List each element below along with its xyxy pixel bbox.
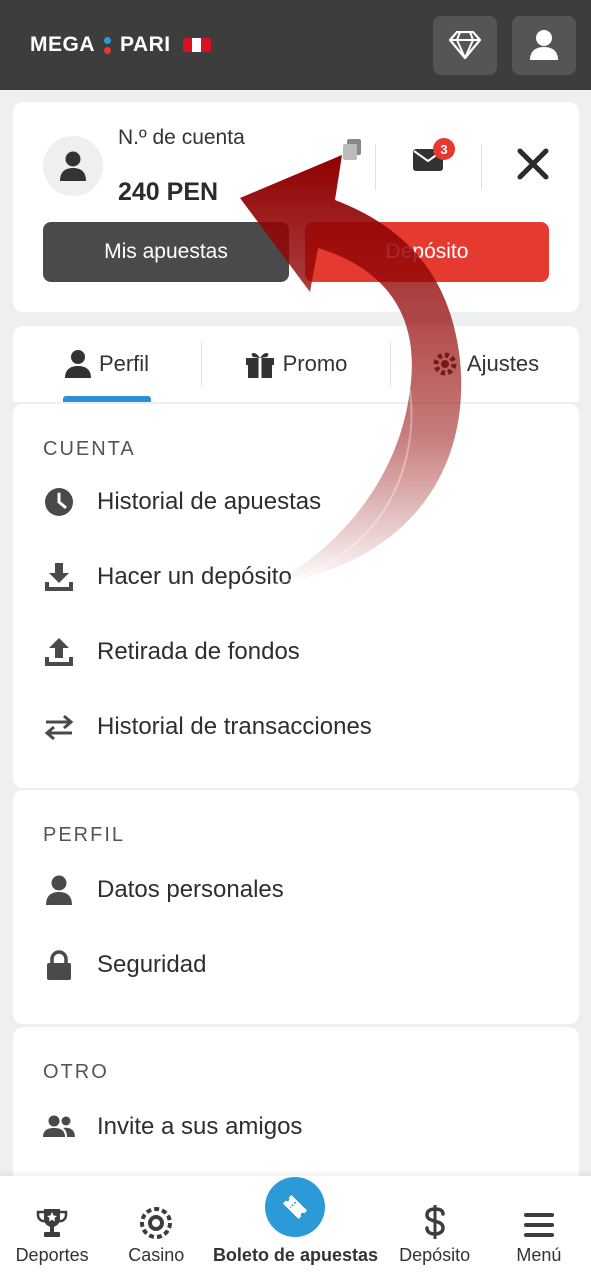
hamburger-icon <box>523 1213 554 1237</box>
section-title: OTRO <box>43 1061 109 1083</box>
betslip-button[interactable] <box>265 1177 326 1237</box>
nav-betslip[interactable]: Boleto de apuestas <box>210 1177 380 1266</box>
section-title: CUENTA <box>43 438 136 460</box>
menu-item-bet-history[interactable]: Historial de apuestas <box>43 486 321 518</box>
logo-dots <box>103 36 112 54</box>
person-icon <box>64 350 91 378</box>
divider <box>375 144 376 190</box>
logo-text-left: MEGA <box>30 33 95 56</box>
peru-flag-icon <box>182 38 211 52</box>
gift-icon <box>245 352 274 378</box>
menu-item-withdraw[interactable]: Retirada de fondos <box>43 636 300 668</box>
nav-casino[interactable]: Casino <box>106 1207 206 1266</box>
lock-icon <box>43 949 75 981</box>
tab-label: Perfil <box>98 351 150 376</box>
menu-item-personal-data[interactable]: Datos personales <box>43 874 284 906</box>
gear-icon <box>433 352 457 376</box>
menu-item-label: Historial de transacciones <box>97 713 372 740</box>
menu-item-transaction-history[interactable]: Historial de transacciones <box>43 711 372 743</box>
profile-tabs: Perfil Promo Ajustes <box>13 326 579 402</box>
my-bets-button[interactable]: Mis apuestas <box>43 222 289 282</box>
account-balance: 240 PEN <box>118 178 219 206</box>
user-icon <box>530 30 558 60</box>
close-button[interactable] <box>517 148 551 182</box>
menu-item-label: Datos personales <box>97 876 284 903</box>
account-card: N.º de cuenta 240 PEN 3 Mis apuestas Dep… <box>13 102 579 312</box>
trophy-icon <box>36 1209 68 1237</box>
megapari-logo[interactable]: MEGA PARI <box>30 33 211 57</box>
top-bar: MEGA PARI <box>0 0 591 90</box>
casino-chip-icon <box>140 1207 173 1239</box>
dollar-icon <box>424 1205 445 1239</box>
profile-button[interactable] <box>512 15 576 75</box>
deposit-button[interactable]: Depósito <box>305 222 549 282</box>
swap-arrows-icon <box>43 711 75 743</box>
menu-item-invite-friends[interactable]: Invite a sus amigos <box>43 1111 302 1143</box>
section-otro: OTRO Invite a sus amigos <box>13 1027 579 1187</box>
ticket-icon <box>283 1194 308 1220</box>
clock-icon <box>43 486 75 518</box>
nav-menu[interactable]: Menú <box>489 1211 589 1266</box>
menu-item-label: Historial de apuestas <box>97 488 322 515</box>
account-number-label: N.º de cuenta <box>118 126 245 149</box>
logo-text-right: PARI <box>120 33 171 56</box>
nav-label: Menú <box>516 1245 562 1265</box>
nav-label: Casino <box>128 1245 185 1265</box>
bottom-navigation: Deportes Casino Boleto de apuestas Depós… <box>0 1176 591 1280</box>
diamond-icon <box>449 31 481 59</box>
menu-item-label: Retirada de fondos <box>97 638 300 665</box>
divider <box>481 144 482 190</box>
person-icon <box>60 151 86 181</box>
nav-label: Depósito <box>399 1245 471 1265</box>
tab-label: Promo <box>282 351 348 376</box>
unread-badge: 3 <box>433 138 455 160</box>
menu-item-make-deposit[interactable]: Hacer un depósito <box>43 561 292 593</box>
nav-deportes[interactable]: Deportes <box>2 1207 102 1266</box>
section-title: PERFIL <box>43 824 126 846</box>
nav-label: Boleto de apuestas <box>212 1245 378 1265</box>
people-icon <box>43 1111 75 1143</box>
nav-deposito[interactable]: Depósito <box>385 1205 485 1266</box>
vip-button[interactable] <box>433 15 497 75</box>
tab-promo[interactable]: Promo <box>202 326 390 402</box>
section-cuenta: CUENTA Historial de apuestas Hacer un de… <box>13 404 579 788</box>
menu-item-label: Seguridad <box>97 951 207 978</box>
account-menu-page: MEGA PARI N.º de cuenta 240 PEN 3 Mis ap… <box>0 0 591 1280</box>
tab-perfil[interactable]: Perfil <box>13 326 201 402</box>
menu-item-label: Hacer un depósito <box>97 563 292 590</box>
copy-icon[interactable] <box>341 138 363 167</box>
avatar <box>43 136 103 196</box>
section-perfil: PERFIL Datos personales Seguridad <box>13 790 579 1024</box>
menu-item-label: Invite a sus amigos <box>97 1113 303 1140</box>
nav-label: Deportes <box>15 1245 89 1265</box>
tab-ajustes[interactable]: Ajustes <box>391 326 579 402</box>
upload-tray-icon <box>43 636 75 668</box>
close-icon <box>517 148 549 180</box>
tab-label: Ajustes <box>466 351 540 376</box>
menu-item-security[interactable]: Seguridad <box>43 949 206 981</box>
download-tray-icon <box>43 561 75 593</box>
person-icon <box>43 874 75 906</box>
